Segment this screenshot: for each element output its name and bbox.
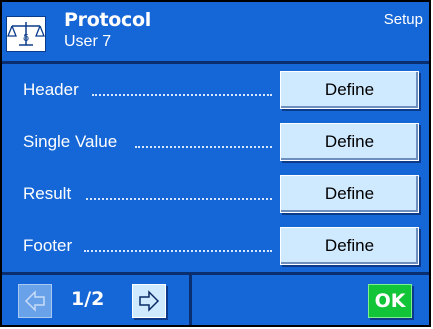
leader-dots xyxy=(92,94,272,96)
device-screen: δ Protocol User 7 Setup Header Define Si… xyxy=(0,0,431,327)
settings-list: Header Define Single Value Define Result… xyxy=(2,64,429,272)
row-label: Footer xyxy=(23,236,73,255)
row-label: Single Value xyxy=(23,132,118,151)
list-item-result: Result Define xyxy=(2,168,429,218)
footer-separator xyxy=(189,275,192,325)
leader-dots xyxy=(135,146,272,148)
header-bar: δ Protocol User 7 Setup xyxy=(2,2,429,61)
list-item-header: Header Define xyxy=(2,64,429,114)
ok-button[interactable]: OK xyxy=(368,284,412,318)
svg-text:δ: δ xyxy=(23,33,29,44)
next-page-button[interactable] xyxy=(132,284,166,318)
define-single-value-button[interactable]: Define xyxy=(280,123,419,161)
page-title: Protocol xyxy=(64,9,151,31)
list-item-single-value: Single Value Define xyxy=(2,116,429,166)
previous-page-button[interactable] xyxy=(18,284,52,318)
user-label: User 7 xyxy=(64,33,112,50)
leader-dots xyxy=(84,250,272,252)
arrow-right-icon xyxy=(139,290,160,312)
define-header-button[interactable]: Define xyxy=(280,71,419,109)
page-indicator: 1/2 xyxy=(71,288,105,310)
row-label: Result xyxy=(23,184,72,203)
balance-scale-icon: δ xyxy=(6,16,46,52)
define-result-button[interactable]: Define xyxy=(280,175,419,213)
leader-dots xyxy=(86,198,272,200)
define-footer-button[interactable]: Define xyxy=(280,227,419,265)
list-item-footer: Footer Define xyxy=(2,220,429,270)
mode-label: Setup xyxy=(383,11,423,28)
arrow-left-icon xyxy=(24,290,45,312)
footer-bar: 1/2 OK xyxy=(2,275,429,325)
row-label: Header xyxy=(23,80,79,99)
